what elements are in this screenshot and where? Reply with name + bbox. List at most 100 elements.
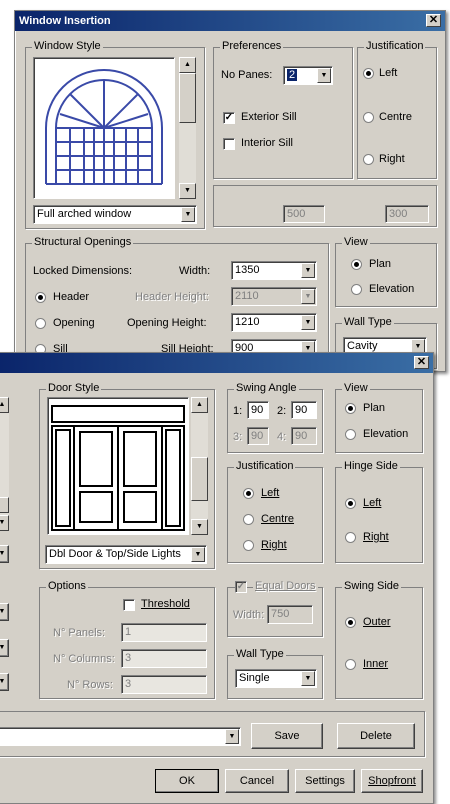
scroll-down-icon[interactable]: ▼ xyxy=(0,515,9,531)
swing-inner-radio[interactable] xyxy=(345,659,356,670)
door-style-select[interactable]: Dbl Door & Top/Side Lights ▼ xyxy=(45,545,207,564)
angle-2-value: 90 xyxy=(295,404,308,416)
hinge-left-radio[interactable] xyxy=(345,498,356,509)
window-style-preview[interactable] xyxy=(33,57,175,199)
angle-1-value: 90 xyxy=(251,404,264,416)
interior-sill-checkbox[interactable] xyxy=(223,138,235,150)
full-arched-window-drawing xyxy=(45,69,163,185)
door-justify-centre-radio[interactable] xyxy=(243,514,254,525)
angle-4-input: 90 xyxy=(291,427,317,445)
scroll-thumb[interactable] xyxy=(0,497,9,513)
door-insertion-dialog: ✕ ▲ ▼ ▼ ▼ ▼ ▼ Door Style ▲ ▼ Dbl Door & … xyxy=(0,352,434,804)
equal-doors-width-label: Width: xyxy=(233,609,265,621)
chevron-down-icon[interactable]: ▼ xyxy=(301,315,315,330)
justify-centre-radio[interactable] xyxy=(363,112,374,123)
window-dialog-title: Window Insertion xyxy=(19,15,111,27)
scroll-up-icon[interactable]: ▲ xyxy=(0,397,9,413)
exterior-sill-checkbox[interactable]: ✓ xyxy=(223,112,235,124)
window-view-plan-radio[interactable] xyxy=(351,259,362,270)
window-wall-type-value: Cavity xyxy=(347,340,378,352)
threshold-checkbox[interactable] xyxy=(123,599,135,611)
rows-label: N° Rows: xyxy=(67,679,113,691)
save-button[interactable]: Save xyxy=(251,723,323,749)
swing-outer-label: Outer xyxy=(363,616,391,628)
door-wall-type-select[interactable]: Single ▼ xyxy=(235,669,317,688)
scroll-down-icon[interactable]: ▼ xyxy=(191,519,208,535)
door-style-preview[interactable] xyxy=(47,397,189,535)
chevron-down-icon[interactable]: ▼ xyxy=(191,547,205,562)
chevron-down-icon[interactable]: ▼ xyxy=(301,671,315,686)
preset-select[interactable]: ▼ xyxy=(0,727,241,746)
ok-button[interactable]: OK xyxy=(155,769,219,793)
settings-button[interactable]: Settings xyxy=(295,769,355,793)
door-justify-left-radio[interactable] xyxy=(243,488,254,499)
window-dialog-titlebar[interactable]: Window Insertion xyxy=(15,11,445,31)
no-panes-select[interactable]: 2 ▼ xyxy=(283,66,333,85)
window-view-elevation-radio[interactable] xyxy=(351,284,362,295)
door-view-plan-label: Plan xyxy=(363,402,386,414)
door-view-plan-radio[interactable] xyxy=(345,403,356,414)
door-dialog-close-icon[interactable]: ✕ xyxy=(414,356,429,369)
sill-field-1-value: 500 xyxy=(287,208,306,220)
window-view-elevation-label: Elevation xyxy=(369,283,415,295)
swing-outer-radio[interactable] xyxy=(345,617,356,628)
scroll-up-icon[interactable]: ▲ xyxy=(179,57,196,73)
door-wall-type-value: Single xyxy=(239,672,270,684)
scroll-thumb[interactable] xyxy=(191,457,208,501)
threshold-label: Threshold xyxy=(141,598,190,610)
left-list-scrollbar[interactable]: ▲ ▼ xyxy=(0,397,9,531)
header-radio[interactable] xyxy=(35,292,46,303)
cancel-button[interactable]: Cancel xyxy=(225,769,289,793)
left-select-dropdown[interactable]: ▼ xyxy=(0,545,9,563)
window-dialog-close-icon[interactable]: ✕ xyxy=(426,14,441,27)
door-justify-right-radio[interactable] xyxy=(243,540,254,551)
chevron-down-icon[interactable]: ▼ xyxy=(301,263,315,278)
equal-doors-width-value: 750 xyxy=(271,608,290,620)
justify-right-label: Right xyxy=(379,153,405,165)
window-style-select[interactable]: Full arched window ▼ xyxy=(33,205,197,224)
delete-button[interactable]: Delete xyxy=(337,723,415,749)
angle-2-input[interactable]: 90 xyxy=(291,401,317,419)
left-dropdown-2[interactable]: ▼ xyxy=(0,639,9,657)
justify-left-radio[interactable] xyxy=(363,68,374,79)
door-dialog-titlebar[interactable] xyxy=(0,353,433,373)
shopfront-button[interactable]: Shopfront xyxy=(361,769,423,793)
opening-radio[interactable] xyxy=(35,318,46,329)
window-style-scrollbar[interactable]: ▲ ▼ xyxy=(179,57,196,199)
hinge-side-group: Hinge Side xyxy=(335,460,423,563)
angle-1-input[interactable]: 90 xyxy=(247,401,269,419)
left-dropdown-1[interactable]: ▼ xyxy=(0,603,9,621)
hinge-left-label: Left xyxy=(363,497,382,509)
columns-label: N° Columns: xyxy=(53,653,115,665)
equal-doors-checkbox: ✓ xyxy=(235,581,247,593)
swing-side-legend: Swing Side xyxy=(342,580,402,592)
close-glyph: ✕ xyxy=(416,356,427,368)
door-style-scrollbar[interactable]: ▲ ▼ xyxy=(191,397,208,535)
header-height-label: Header Height: xyxy=(135,291,209,303)
width-input[interactable]: 1350 ▼ xyxy=(231,261,317,280)
chevron-down-icon[interactable]: ▼ xyxy=(317,68,331,83)
locked-dimensions-label: Locked Dimensions: xyxy=(33,265,133,277)
opening-height-input[interactable]: 1210 ▼ xyxy=(231,313,317,332)
panels-value: 1 xyxy=(125,626,132,638)
chevron-down-icon[interactable]: ▼ xyxy=(181,207,195,222)
header-height-value: 2110 xyxy=(235,290,259,302)
columns-value: 3 xyxy=(125,652,132,664)
left-dropdown-3[interactable]: ▼ xyxy=(0,673,9,691)
no-panes-value: 2 xyxy=(287,69,298,81)
sill-field-2-value: 300 xyxy=(389,208,408,220)
angle-3-input: 90 xyxy=(247,427,269,445)
door-style-legend: Door Style xyxy=(46,382,102,394)
scroll-down-icon[interactable]: ▼ xyxy=(179,183,196,199)
door-view-elevation-radio[interactable] xyxy=(345,429,356,440)
angle-1-label: 1: xyxy=(233,405,243,417)
hinge-right-radio[interactable] xyxy=(345,532,356,543)
scroll-up-icon[interactable]: ▲ xyxy=(191,397,208,413)
door-view-group: View xyxy=(335,382,423,453)
window-view-group: View xyxy=(335,236,437,307)
scroll-thumb[interactable] xyxy=(179,73,196,123)
justify-right-radio[interactable] xyxy=(363,154,374,165)
chevron-down-icon[interactable]: ▼ xyxy=(225,729,239,744)
opening-label: Opening xyxy=(53,317,95,329)
cancel-button-label: Cancel xyxy=(239,775,275,787)
